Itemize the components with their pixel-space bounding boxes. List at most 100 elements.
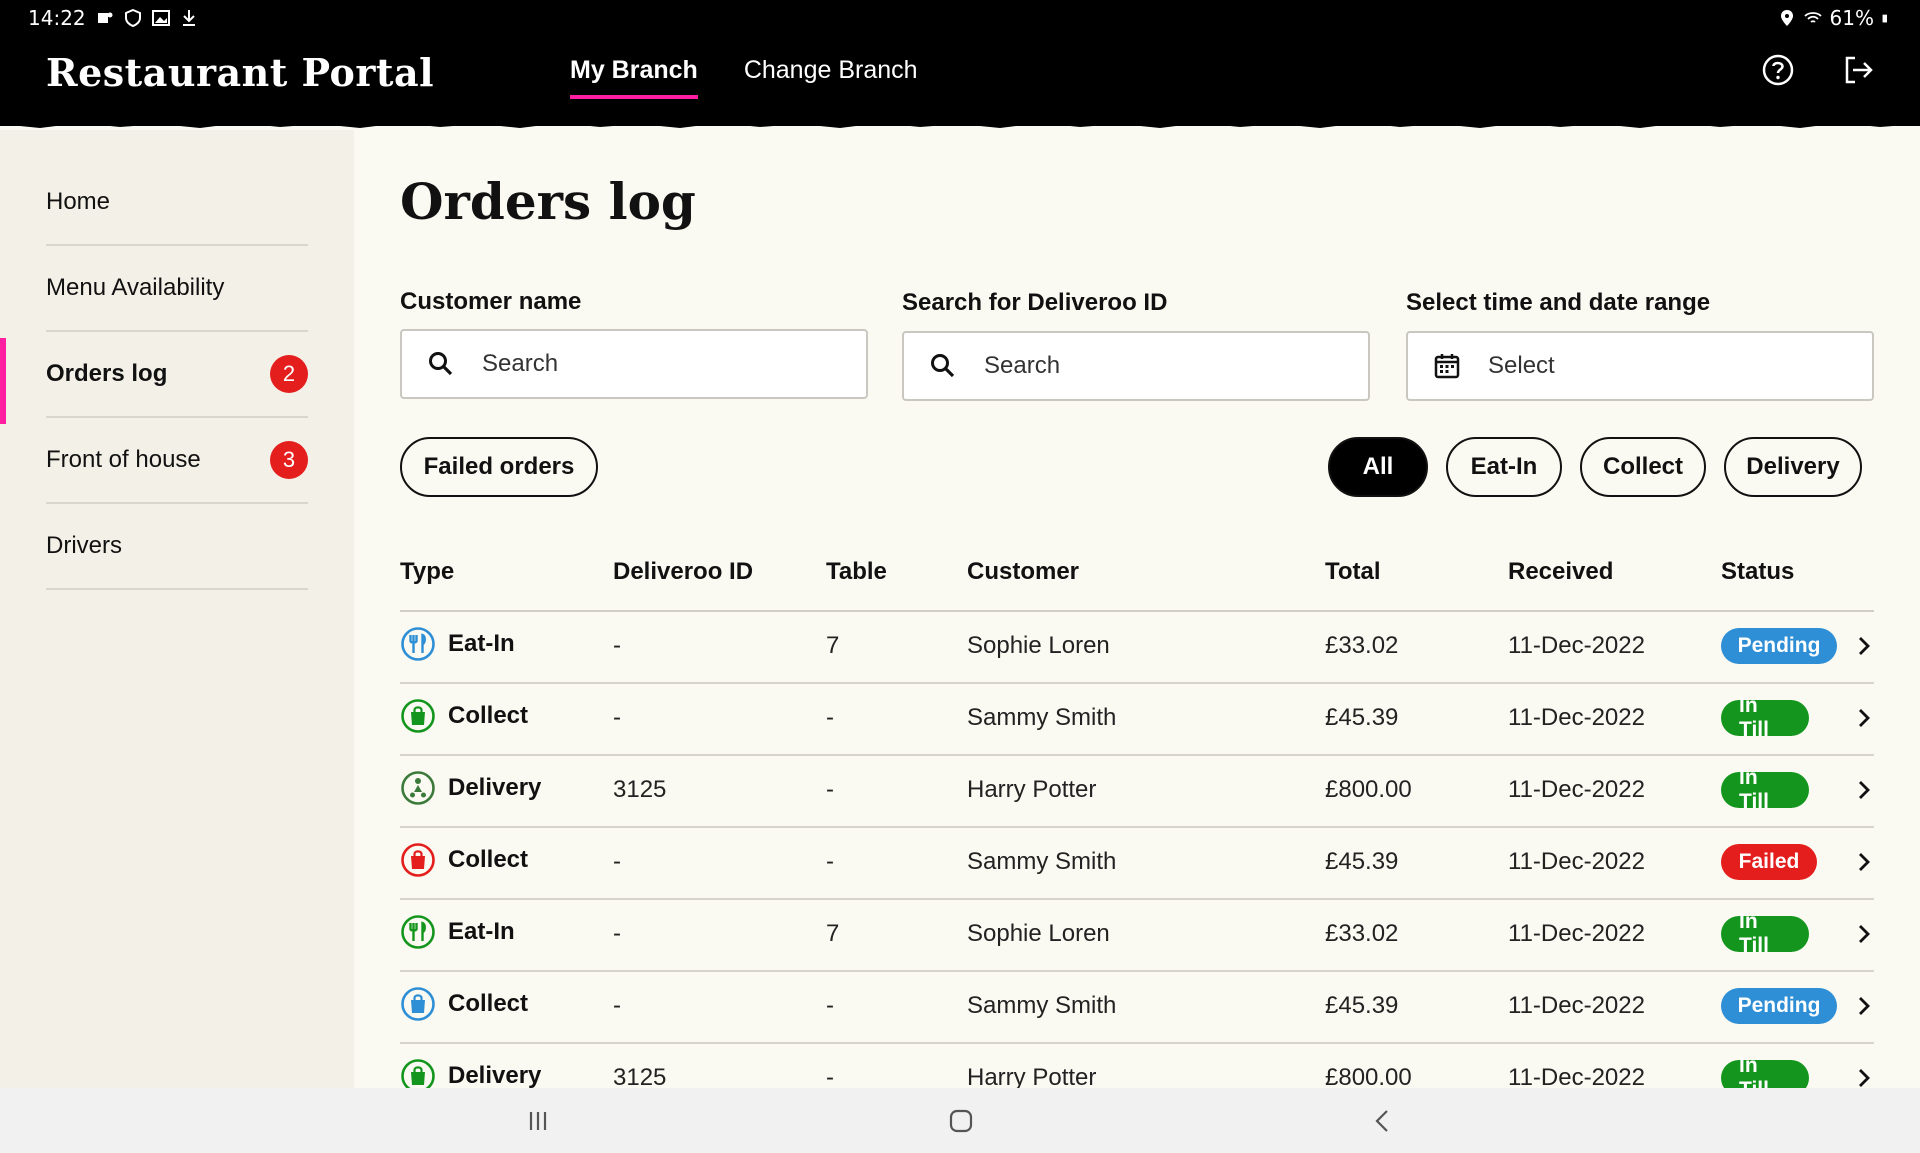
status-badge: In Till <box>1721 910 1809 957</box>
table-number: - <box>826 992 834 1019</box>
sidebar-item-label: Orders log <box>46 360 168 387</box>
tab-change-branch[interactable]: Change Branch <box>744 56 918 99</box>
sidebar-item-menu-availability[interactable]: Menu Availability <box>46 246 308 332</box>
calendar-icon <box>1434 354 1460 379</box>
chevron-right-icon[interactable] <box>1854 778 1874 802</box>
order-type-label: Eat-In <box>448 630 515 657</box>
home-icon[interactable] <box>946 1106 976 1136</box>
chevron-right-icon[interactable] <box>1854 706 1874 730</box>
back-icon[interactable] <box>1368 1106 1398 1136</box>
order-total: £45.39 <box>1325 848 1399 875</box>
table-row[interactable]: Delivery 3125 - Harry Potter £800.00 11-… <box>400 756 1874 828</box>
bag-icon <box>401 699 435 733</box>
chevron-right-icon[interactable] <box>1854 850 1874 874</box>
received-date: 11-Dec-2022 <box>1508 992 1645 1019</box>
chevron-right-icon[interactable] <box>1854 1066 1874 1090</box>
filter-delivery[interactable]: Delivery <box>1724 437 1862 497</box>
system-nav-bar <box>0 1088 1920 1153</box>
table-row[interactable]: Collect - - Sammy Smith £45.39 11-Dec-20… <box>400 828 1874 900</box>
shield-icon <box>124 9 141 27</box>
chevron-right-icon[interactable] <box>1854 994 1874 1018</box>
sidebar-item-drivers[interactable]: Drivers <box>46 504 308 590</box>
deliveroo-id: - <box>613 992 621 1019</box>
notification-badge: 2 <box>270 355 308 393</box>
sidebar-item-home[interactable]: Home <box>46 160 308 246</box>
received-date: 11-Dec-2022 <box>1508 776 1645 803</box>
sidebar-item-label: Drivers <box>46 532 122 559</box>
filter-eat-in[interactable]: Eat-In <box>1446 437 1562 497</box>
received-date: 11-Dec-2022 <box>1508 632 1645 659</box>
search-icon <box>931 354 955 378</box>
table-number: - <box>826 776 834 803</box>
status-badge: Pending <box>1721 988 1837 1024</box>
scooter-icon <box>401 771 435 805</box>
customer-name: Harry Potter <box>967 776 1097 803</box>
search-placeholder: Search <box>984 352 1061 379</box>
table-row[interactable]: Eat-In - 7 Sophie Loren £33.02 11-Dec-20… <box>400 612 1874 684</box>
customer-name-label: Customer name <box>400 288 582 315</box>
deliveroo-id-label: Search for Deliveroo ID <box>902 289 1168 316</box>
search-placeholder: Search <box>482 350 559 377</box>
chevron-right-icon[interactable] <box>1854 922 1874 946</box>
status-badge: Pending <box>1721 628 1837 664</box>
column-header-received: Received <box>1508 558 1614 585</box>
table-number: - <box>826 704 834 731</box>
column-header-type: Type <box>400 558 455 585</box>
recent-apps-icon[interactable] <box>523 1106 553 1136</box>
order-type-label: Delivery <box>448 774 542 801</box>
help-icon[interactable] <box>1760 52 1796 88</box>
chevron-right-icon[interactable] <box>1854 634 1874 658</box>
table-number: 7 <box>826 920 840 947</box>
filter-all[interactable]: All <box>1328 437 1428 497</box>
cutlery-icon <box>401 627 435 661</box>
customer-name: Sammy Smith <box>967 848 1117 875</box>
table-row[interactable]: Collect - - Sammy Smith £45.39 11-Dec-20… <box>400 972 1874 1044</box>
order-type: Eat-In <box>400 914 515 950</box>
column-header-total: Total <box>1325 558 1381 585</box>
customer-search-input[interactable]: Search <box>400 329 868 399</box>
table-number: 7 <box>826 632 840 659</box>
page-title: Orders log <box>400 172 696 231</box>
order-type: Delivery <box>400 770 541 806</box>
filter-collect[interactable]: Collect <box>1580 437 1706 497</box>
date-range-picker[interactable]: Select <box>1406 331 1874 401</box>
table-row[interactable]: Eat-In - 7 Sophie Loren £33.02 11-Dec-20… <box>400 900 1874 972</box>
tab-my-branch[interactable]: My Branch <box>570 56 698 99</box>
brand-logo: Restaurant Portal <box>46 50 435 95</box>
received-date: 11-Dec-2022 <box>1508 704 1645 731</box>
location-icon <box>1780 10 1793 26</box>
customer-name: Sophie Loren <box>967 920 1110 947</box>
header-nav: My Branch Change Branch <box>570 56 918 99</box>
clock: 14:22 <box>28 6 86 30</box>
sidebar-item-orders-log[interactable]: Orders log 2 <box>46 332 308 418</box>
deliveroo-search-input[interactable]: Search <box>902 331 1370 401</box>
battery-level: 61% <box>1829 6 1874 30</box>
order-total: £33.02 <box>1325 632 1399 659</box>
order-type-label: Collect <box>448 990 529 1017</box>
search-icon <box>429 352 453 376</box>
sidebar-item-label: Menu Availability <box>46 274 225 301</box>
received-date: 11-Dec-2022 <box>1508 920 1645 947</box>
logout-icon[interactable] <box>1840 52 1876 88</box>
failed-orders-button[interactable]: Failed orders <box>400 437 598 497</box>
customer-name: Sophie Loren <box>967 632 1110 659</box>
deliveroo-id: - <box>613 704 621 731</box>
bag-icon <box>401 843 435 877</box>
deliveroo-id: - <box>613 920 621 947</box>
column-header-deliveroo-id: Deliveroo ID <box>613 558 754 585</box>
order-total: £33.02 <box>1325 920 1399 947</box>
customer-name: Sammy Smith <box>967 992 1117 1019</box>
orders-table-header: Type Deliveroo ID Table Customer Total R… <box>400 540 1874 612</box>
order-total: £800.00 <box>1325 776 1412 803</box>
deliveroo-id: - <box>613 632 621 659</box>
table-row[interactable]: Collect - - Sammy Smith £45.39 11-Dec-20… <box>400 684 1874 756</box>
sidebar-item-front-of-house[interactable]: Front of house 3 <box>46 418 308 504</box>
order-type-label: Collect <box>448 702 529 729</box>
status-bar: 14:22 61% <box>0 0 1920 36</box>
bag-icon <box>401 987 435 1021</box>
notification-badge: 3 <box>270 441 308 479</box>
active-indicator <box>0 338 6 424</box>
received-date: 11-Dec-2022 <box>1508 848 1645 875</box>
order-type-label: Delivery <box>448 1062 542 1089</box>
order-type: Collect <box>400 986 528 1022</box>
